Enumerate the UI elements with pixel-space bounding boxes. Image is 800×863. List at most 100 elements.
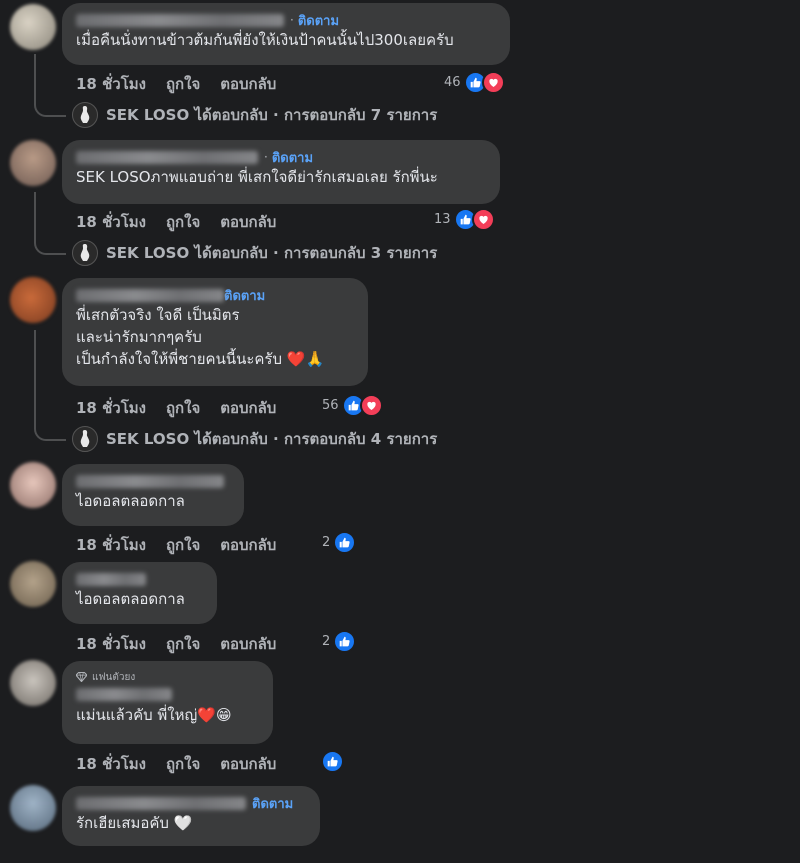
commenter-avatar[interactable] [10,277,56,323]
reply-button[interactable]: ตอบกลับ [220,210,276,234]
comment-header: · ติดตาม [76,148,486,166]
comment-header [76,684,259,704]
view-replies-link[interactable]: SEK LOSO ได้ตอบกลับ · การตอบกลับ 4 รายกา… [72,426,437,452]
separator-dot: · [290,13,294,27]
comment-text: แม่นแล้วคับ พี่ใหญ่❤️😁 [76,706,232,724]
love-reaction-icon [359,394,383,417]
reply-button[interactable]: ตอบกลับ [220,632,276,656]
thread-line [34,330,36,428]
commenter-avatar[interactable] [10,462,56,508]
comment-header: ติดตาม [76,286,354,304]
timestamp-link[interactable]: 18 ชั่วโมง [76,210,146,234]
view-replies-link[interactable]: SEK LOSO ได้ตอบกลับ · การตอบกลับ 7 รายกา… [72,102,437,128]
reaction-summary[interactable]: 2 [322,531,357,554]
follow-link[interactable]: ติดตาม [298,10,339,31]
timestamp-link[interactable]: 18 ชั่วโมง [76,396,146,420]
reaction-count: 13 [434,212,451,227]
follow-link[interactable]: ติดตาม [252,793,293,814]
comment-header [76,570,203,588]
comment-header [76,472,230,490]
reply-summary-text: SEK LOSO ได้ตอบกลับ · การตอบกลับ 7 รายกา… [106,106,438,124]
love-reaction-icon [481,71,505,94]
blurred-commenter-name[interactable] [76,474,224,488]
like-reaction-icon [333,531,357,554]
follow-link[interactable]: ติดตาม [272,147,313,168]
comment-text: เมื่อคืนนั่งทานข้าวต้มกันพี่ยังให้เงินป้… [76,31,454,49]
comment-actions: 18 ชั่วโมง ถูกใจ ตอบกลับ [76,752,296,776]
like-reaction-icon [333,630,357,653]
follow-link[interactable]: ติดตาม [224,285,265,306]
comment-bubble: แฟนตัวยง แม่นแล้วคับ พี่ใหญ่❤️😁 [62,661,273,744]
badge-label: แฟนตัวยง [92,671,136,683]
commenter-avatar[interactable] [10,660,56,706]
comment-actions: 18 ชั่วโมง ถูกใจ ตอบกลับ [76,632,296,656]
reaction-count: 56 [322,398,339,413]
thread-connector [34,425,66,441]
reaction-summary[interactable]: 46 [444,71,505,94]
blurred-commenter-name[interactable] [76,288,224,302]
reply-author-avatar [72,102,98,128]
timestamp-link[interactable]: 18 ชั่วโมง [76,72,146,96]
blurred-commenter-name[interactable] [76,796,246,810]
comment-text: ไอดอลตลอดกาล [76,492,185,510]
like-reaction-icon [321,750,344,773]
timestamp-link[interactable]: 18 ชั่วโมง [76,533,146,557]
comment-bubble: ไอดอลตลอดกาล [62,464,244,526]
comment-actions: 18 ชั่วโมง ถูกใจ ตอบกลับ [76,396,296,420]
blurred-commenter-name[interactable] [76,150,258,164]
thread-connector [34,239,66,255]
comment-bubble: ติดตาม พี่เสกตัวจริง ใจดี เป็นมิตร และน่… [62,278,368,386]
reply-button[interactable]: ตอบกลับ [220,533,276,557]
comment-bubble: · ติดตาม เมื่อคืนนั่งทานข้าวต้มกันพี่ยัง… [62,3,510,65]
like-button[interactable]: ถูกใจ [166,533,200,557]
comment-text: พี่เสกตัวจริง ใจดี เป็นมิตร และน่ารักมาก… [76,306,325,368]
comment-text: รักเฮียเสมอคับ 🤍 [76,814,193,832]
like-button[interactable]: ถูกใจ [166,210,200,234]
reaction-summary[interactable]: 56 [322,394,383,417]
comment-text: SEK LOSOภาพแอบถ่าย พี่เสกใจดีย่ารักเสมอเ… [76,168,438,186]
diamond-icon [76,672,87,682]
comment-header: ติดตาม [76,794,306,812]
blurred-commenter-name[interactable] [76,13,284,27]
commenter-avatar[interactable] [10,140,56,186]
view-replies-link[interactable]: SEK LOSO ได้ตอบกลับ · การตอบกลับ 3 รายกา… [72,240,437,266]
commenter-avatar[interactable] [10,785,56,831]
reply-button[interactable]: ตอบกลับ [220,752,276,776]
like-button[interactable]: ถูกใจ [166,72,200,96]
comment-bubble: · ติดตาม SEK LOSOภาพแอบถ่าย พี่เสกใจดีย่… [62,140,500,204]
comment-bubble: ติดตาม รักเฮียเสมอคับ 🤍 [62,786,320,846]
like-button[interactable]: ถูกใจ [166,632,200,656]
reaction-count: 46 [444,75,461,90]
reaction-count: 2 [322,535,331,550]
thread-connector [34,101,66,117]
love-reaction-icon [471,208,495,231]
timestamp-link[interactable]: 18 ชั่วโมง [76,752,146,776]
separator-dot: · [264,150,268,164]
reply-summary-text: SEK LOSO ได้ตอบกลับ · การตอบกลับ 3 รายกา… [106,244,438,262]
reaction-summary[interactable]: 13 [434,208,495,231]
reply-author-avatar [72,426,98,452]
reaction-summary[interactable] [318,750,344,773]
commenter-avatar[interactable] [10,4,56,50]
commenter-avatar[interactable] [10,561,56,607]
top-fan-badge: แฟนตัวยง [76,670,259,684]
reply-button[interactable]: ตอบกลับ [220,396,276,420]
reply-button[interactable]: ตอบกลับ [220,72,276,96]
timestamp-link[interactable]: 18 ชั่วโมง [76,632,146,656]
comment-header: · ติดตาม [76,11,496,29]
comment-actions: 18 ชั่วโมง ถูกใจ ตอบกลับ [76,72,296,96]
comment-text: ไอดอลตลอดกาล [76,590,185,608]
like-button[interactable]: ถูกใจ [166,396,200,420]
like-button[interactable]: ถูกใจ [166,752,200,776]
comment-bubble: ไอดอลตลอดกาล [62,562,217,624]
comment-actions: 18 ชั่วโมง ถูกใจ ตอบกลับ [76,533,296,557]
reply-author-avatar [72,240,98,266]
comment-actions: 18 ชั่วโมง ถูกใจ ตอบกลับ [76,210,296,234]
reaction-summary[interactable]: 2 [322,630,357,653]
blurred-commenter-name[interactable] [76,572,146,586]
reply-summary-text: SEK LOSO ได้ตอบกลับ · การตอบกลับ 4 รายกา… [106,430,438,448]
blurred-commenter-name[interactable] [76,687,172,701]
thread-line [34,192,36,242]
thread-line [34,54,36,104]
reaction-count: 2 [322,634,331,649]
